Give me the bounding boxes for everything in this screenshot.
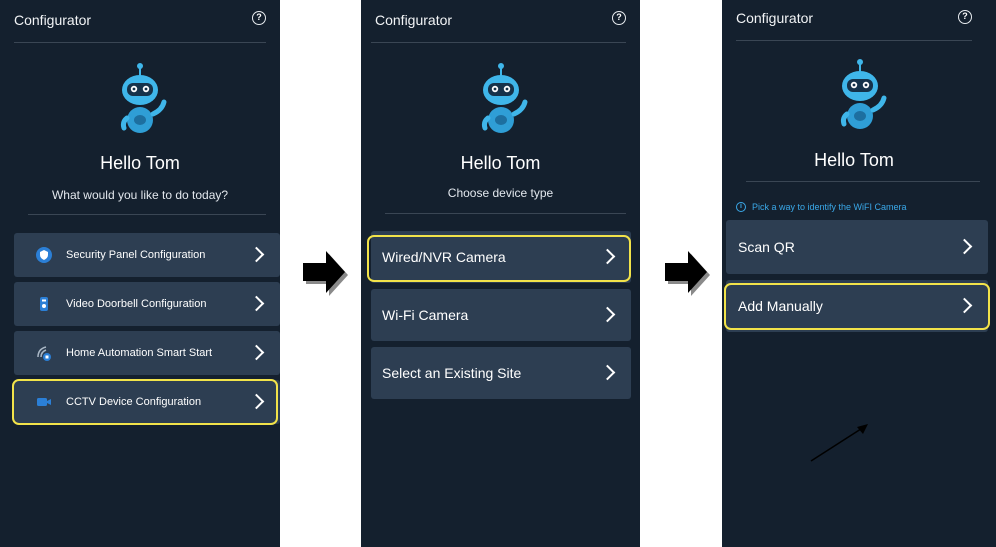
robot-mascot-icon — [840, 59, 887, 129]
screen-3: Configurator ? Hello Tom i Pick a way to… — [722, 0, 996, 547]
select-existing-site-button[interactable]: Select an Existing Site — [371, 347, 631, 399]
header-divider — [736, 40, 972, 41]
app-title: Configurator — [375, 12, 453, 28]
app-title: Configurator — [14, 12, 92, 28]
security-panel-configuration-button[interactable]: Security Panel Configuration — [14, 233, 280, 277]
greeting-subtitle: What would you like to do today? — [51, 188, 229, 202]
screen-1: Configurator ? Hello Tom What would you … — [0, 0, 280, 547]
chevron-right-icon — [248, 295, 265, 312]
shield-icon — [36, 247, 52, 263]
video-doorbell-configuration-label: Video Doorbell Configuration — [66, 298, 207, 310]
app-title: Configurator — [736, 10, 814, 26]
section-divider — [28, 214, 266, 215]
help-icon[interactable]: ? — [612, 11, 626, 25]
app-header: Configurator ? — [722, 0, 996, 44]
select-existing-site-label: Select an Existing Site — [382, 365, 522, 381]
chevron-right-icon — [599, 306, 616, 323]
info-icon: i — [736, 202, 746, 212]
chevron-right-icon — [956, 238, 973, 255]
home-automation-smart-start-label: Home Automation Smart Start — [66, 347, 213, 359]
pointer-arrow-icon — [810, 424, 868, 462]
robot-mascot-icon — [481, 63, 528, 133]
highlight-box — [367, 235, 631, 282]
highlight-box — [724, 283, 990, 330]
security-panel-configuration-label: Security Panel Configuration — [66, 249, 206, 261]
home-automation-smart-start-button[interactable]: Home Automation Smart Start — [14, 331, 280, 375]
smart-home-icon — [36, 345, 52, 361]
greeting-title: Hello Tom — [460, 153, 541, 173]
wifi-camera-label: Wi-Fi Camera — [382, 307, 469, 323]
greeting-subtitle: Choose device type — [447, 186, 554, 200]
highlight-box — [12, 379, 278, 425]
chevron-right-icon — [248, 344, 265, 361]
app-header: Configurator ? — [361, 0, 640, 44]
doorbell-icon — [36, 296, 52, 312]
step-arrow-icon — [303, 251, 348, 296]
video-doorbell-configuration-button[interactable]: Video Doorbell Configuration — [14, 282, 280, 326]
info-text: Pick a way to identify the WiFI Camera — [752, 202, 907, 212]
step-arrow-icon — [665, 251, 710, 296]
scan-qr-button[interactable]: Scan QR — [726, 220, 988, 274]
chevron-right-icon — [248, 246, 265, 263]
help-icon[interactable]: ? — [252, 11, 266, 25]
scan-qr-label: Scan QR — [738, 239, 795, 255]
greeting-title: Hello Tom — [814, 150, 894, 170]
header-divider — [371, 42, 626, 43]
header-divider — [14, 42, 266, 43]
robot-mascot-icon — [120, 63, 167, 133]
app-header: Configurator ? — [0, 0, 280, 44]
screen-2: Configurator ? Hello Tom Choose device t… — [361, 0, 640, 547]
wifi-camera-button[interactable]: Wi-Fi Camera — [371, 289, 631, 341]
section-divider — [385, 213, 626, 214]
info-message: i Pick a way to identify the WiFI Camera — [736, 202, 907, 212]
greeting-title: Hello Tom — [100, 153, 180, 173]
section-divider — [746, 181, 980, 182]
help-icon[interactable]: ? — [958, 10, 972, 24]
chevron-right-icon — [599, 364, 616, 381]
